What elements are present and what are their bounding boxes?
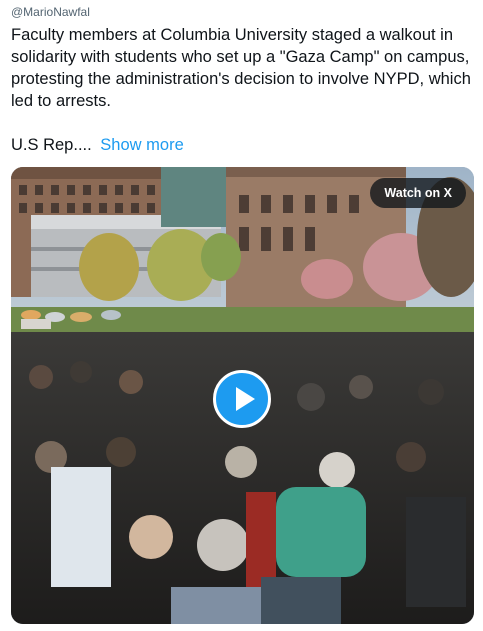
video-player[interactable]: Watch on X [11, 167, 474, 624]
author-handle[interactable]: @MarioNawfal [11, 5, 90, 19]
watch-on-x-button[interactable]: Watch on X [370, 178, 466, 208]
show-more-link[interactable]: Show more [100, 136, 183, 154]
play-icon [236, 387, 255, 411]
tweet-card: @MarioNawfal Faculty members at Columbia… [0, 0, 483, 631]
tweet-continuation: U.S Rep.... Show more [11, 134, 184, 156]
tweet-snippet: U.S Rep.... [11, 136, 92, 154]
tweet-text: Faculty members at Columbia University s… [11, 26, 471, 110]
play-button[interactable] [213, 370, 271, 428]
glass-building [161, 167, 233, 227]
